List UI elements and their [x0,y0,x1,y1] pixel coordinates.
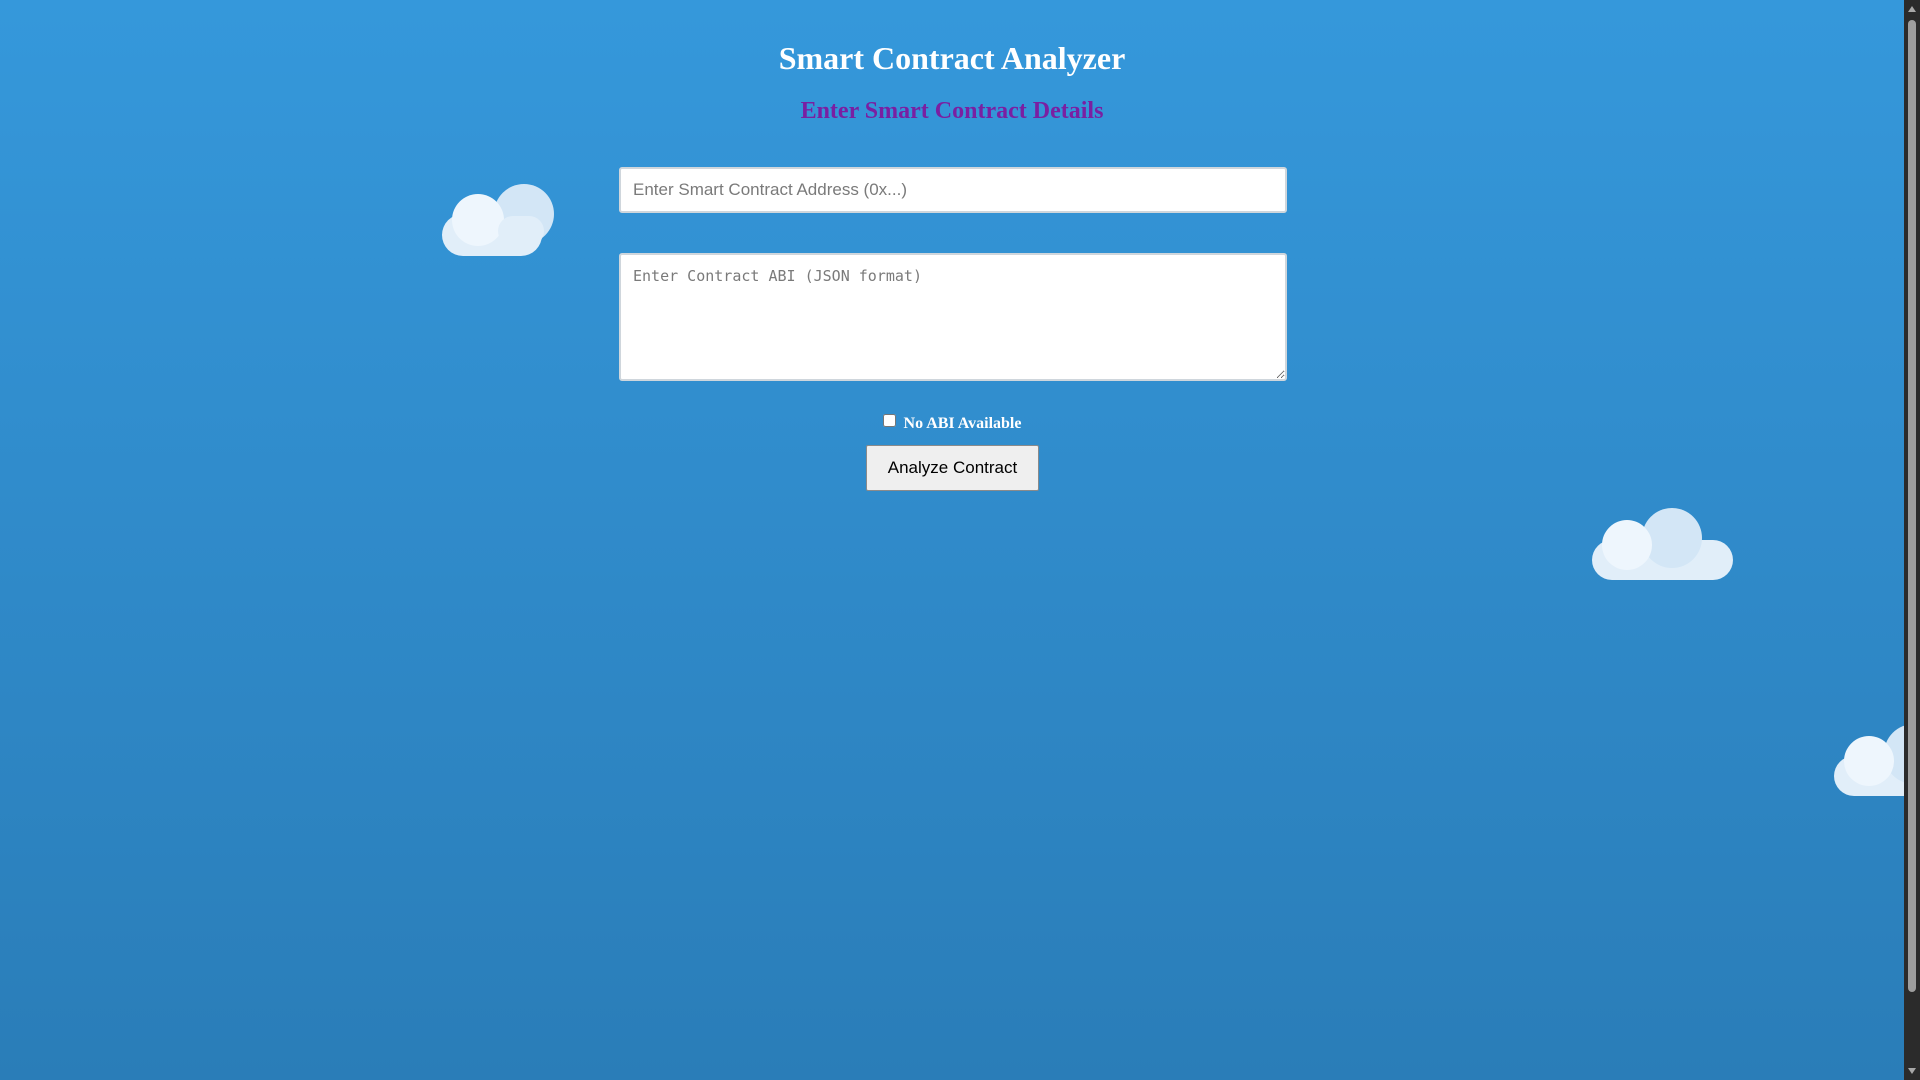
cloud-edge [1834,724,1904,798]
scroll-down-arrow-icon[interactable] [1908,1068,1916,1074]
scroll-up-arrow-icon[interactable] [1908,6,1916,12]
no-abi-label: No ABI Available [903,415,1022,432]
analyze-contract-button[interactable]: Analyze Contract [866,445,1039,491]
main-content: Smart Contract Analyzer Enter Smart Cont… [0,0,1904,1080]
contract-address-input[interactable] [619,167,1287,213]
section-title: Enter Smart Contract Details [800,98,1104,124]
scroll-thumb[interactable] [1908,20,1916,992]
vertical-scrollbar[interactable] [1904,0,1920,1080]
cloud-right [1592,508,1734,582]
cloud-left [442,184,556,258]
no-abi-checkbox[interactable] [882,414,896,427]
contract-abi-textarea[interactable] [619,253,1287,381]
no-abi-row: No ABI Available [0,414,1904,433]
page-title: Smart Contract Analyzer [778,40,1126,76]
